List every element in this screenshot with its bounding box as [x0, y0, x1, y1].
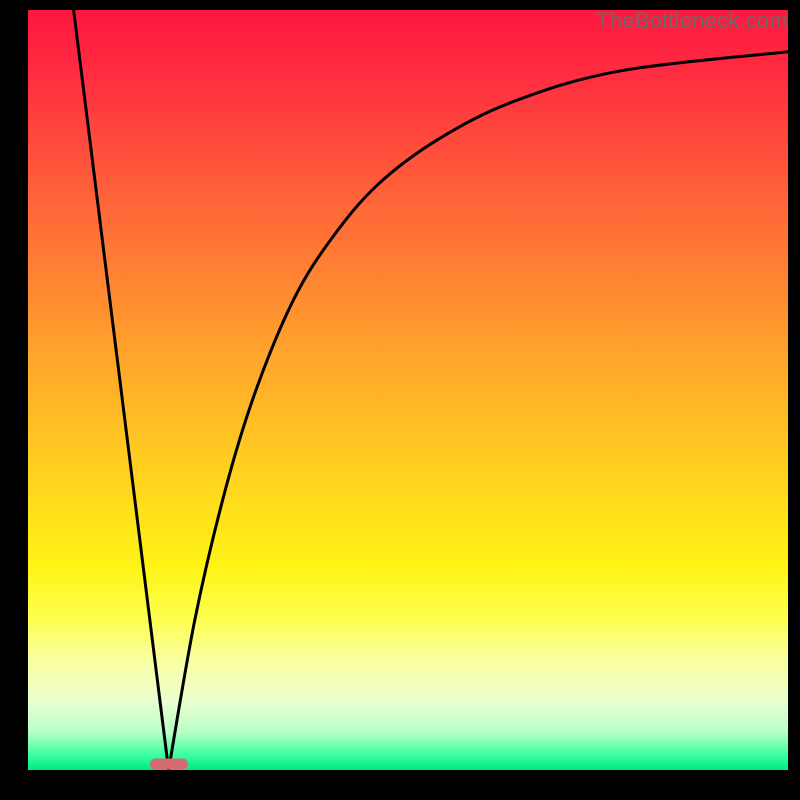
bottleneck-curve [28, 10, 788, 770]
watermark-text: TheBottleneck.com [596, 8, 788, 34]
optimum-marker [150, 758, 188, 769]
plot-area [28, 10, 788, 770]
chart-frame: TheBottleneck.com [0, 0, 800, 800]
